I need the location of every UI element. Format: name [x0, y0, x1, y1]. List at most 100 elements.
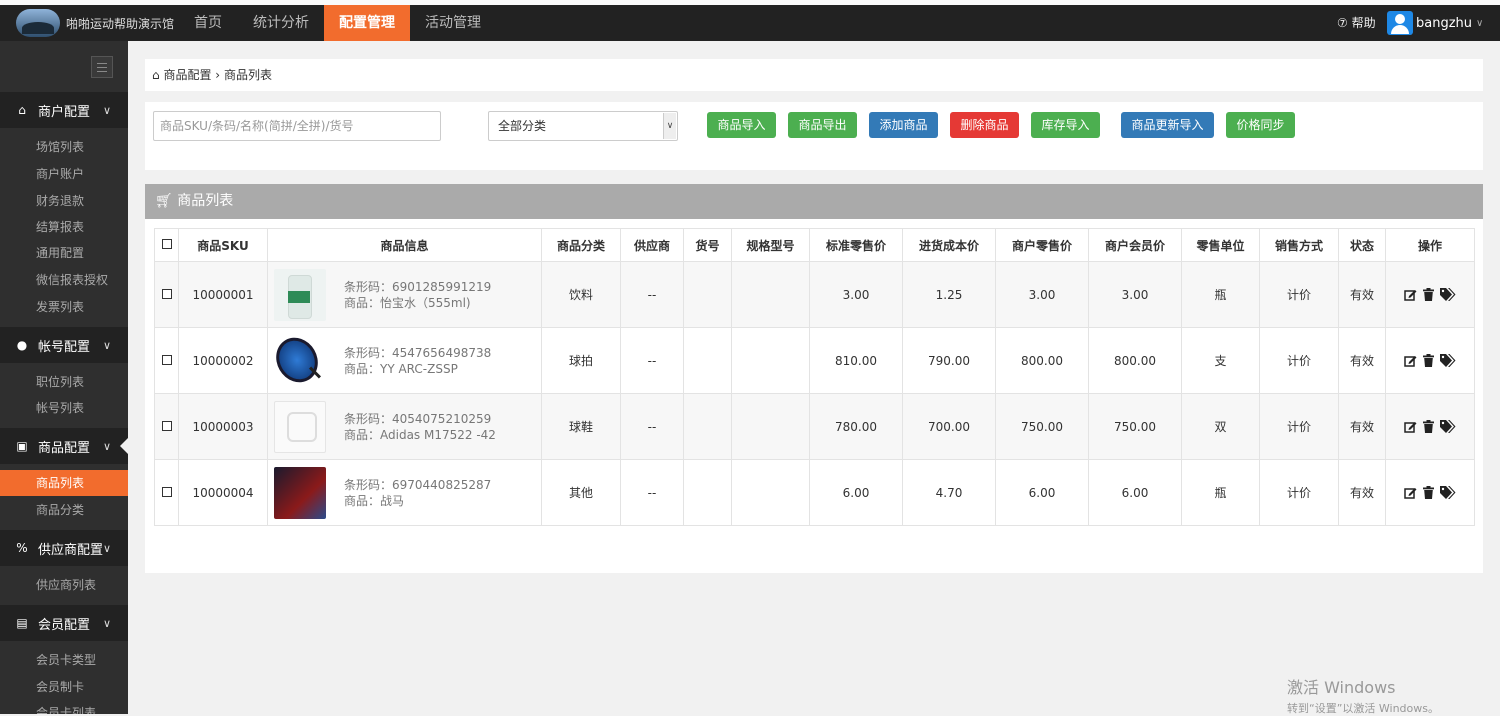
sidebar-group-merchant[interactable]: ⌂ 商户配置 ∨: [0, 92, 128, 128]
column-header: 商户会员价: [1088, 228, 1182, 262]
product-image-racket: [274, 334, 326, 387]
product-info-cell: 条形码：6970440825287 商品：战马: [267, 459, 542, 526]
add-product-button[interactable]: 添加商品: [869, 112, 938, 138]
category-cell: 其他: [541, 459, 621, 526]
category-select[interactable]: 全部分类 ∨: [488, 111, 678, 141]
barcode: 条形码：6901285991219: [344, 279, 492, 294]
sidebar-group-account[interactable]: ● 帐号配置 ∨: [0, 327, 128, 363]
user-menu[interactable]: bangzhu ∨: [1387, 9, 1483, 37]
breadcrumb-parent[interactable]: 商品配置: [163, 68, 211, 82]
user-icon: ●: [16, 338, 28, 352]
import-stock-button[interactable]: 库存导入: [1031, 112, 1100, 138]
trash-icon[interactable]: [1423, 486, 1434, 499]
sidebar-toggle-button[interactable]: [91, 56, 113, 78]
sidebar-group-supplier[interactable]: % 供应商配置 ∨: [0, 530, 128, 566]
edit-icon[interactable]: [1404, 420, 1417, 433]
gift-icon: ▣: [16, 439, 28, 453]
tags-icon[interactable]: [1440, 486, 1456, 499]
sidebar-item-general[interactable]: 通用配置: [0, 240, 128, 266]
chevron-down-icon: ∨: [663, 113, 676, 139]
product-image-shoes: [274, 400, 326, 453]
table-row: 10000003 条形码：4054075210259 商品：Adidas M1752…: [154, 393, 1475, 460]
row-checkbox[interactable]: [161, 354, 172, 365]
trash-icon[interactable]: [1423, 354, 1434, 367]
sidebar-item-card-list[interactable]: 会员卡列表: [0, 700, 128, 714]
row-checkbox[interactable]: [161, 486, 172, 497]
retail-price-cell: 6.00: [995, 459, 1089, 526]
help-link[interactable]: ⑦ 帮助: [1337, 5, 1376, 41]
sidebar-group-products[interactable]: ▣ 商品配置 ∨: [0, 428, 128, 464]
sidebar-group-member[interactable]: ▤ 会员配置 ∨: [0, 605, 128, 641]
sidebar-item-settlement[interactable]: 结算报表: [0, 214, 128, 240]
sidebar: ⌂ 商户配置 ∨ 场馆列表 商户账户 财务退款 结算报表 通用配置 微信报表授权…: [0, 41, 128, 714]
home-icon: ⌂: [18, 103, 26, 117]
supplier-cell: --: [620, 327, 684, 394]
sidebar-group-label: 帐号配置: [38, 339, 91, 355]
status-cell: 有效: [1338, 261, 1386, 328]
product-image-drink: [274, 466, 326, 519]
sidebar-item-accounts[interactable]: 帐号列表: [0, 395, 128, 421]
row-checkbox-cell[interactable]: [154, 459, 179, 526]
tags-icon[interactable]: [1440, 288, 1456, 301]
edit-icon[interactable]: [1404, 288, 1417, 301]
sidebar-item-wechat-auth[interactable]: 微信报表授权: [0, 267, 128, 293]
panel-title: 商品列表: [177, 193, 234, 209]
chevron-down-icon: ∨: [103, 616, 112, 630]
sidebar-item-venues[interactable]: 场馆列表: [0, 134, 128, 160]
sidebar-item-positions[interactable]: 职位列表: [0, 369, 128, 395]
item-no-cell: [683, 459, 732, 526]
status-cell: 有效: [1338, 327, 1386, 394]
row-checkbox-cell[interactable]: [154, 393, 179, 460]
supplier-cell: --: [620, 261, 684, 328]
item-no-cell: [683, 327, 732, 394]
user-name: bangzhu: [1416, 15, 1473, 31]
windows-activation-watermark: 激活 Windows 转到“设置”以激活 Windows。: [1287, 674, 1439, 716]
breadcrumb: ⌂ 商品配置 › 商品列表: [145, 59, 1483, 91]
sidebar-item-product-list[interactable]: 商品列表: [0, 470, 128, 496]
trash-icon[interactable]: [1423, 420, 1434, 433]
column-header: 商品信息: [267, 228, 542, 262]
nav-statistics[interactable]: 统计分析: [243, 5, 319, 41]
row-checkbox[interactable]: [161, 420, 172, 431]
search-input[interactable]: [153, 111, 441, 141]
select-all-checkbox[interactable]: [154, 228, 179, 262]
sku-cell: 10000002: [178, 327, 268, 394]
retail-price-cell: 3.00: [995, 261, 1089, 328]
cost-price-cell: 4.70: [902, 459, 996, 526]
nav-home[interactable]: 首页: [180, 5, 236, 41]
sidebar-item-product-category[interactable]: 商品分类: [0, 497, 128, 523]
tags-icon[interactable]: [1440, 420, 1456, 433]
sidebar-item-card-issue[interactable]: 会员制卡: [0, 674, 128, 700]
trash-icon[interactable]: [1423, 288, 1434, 301]
checkbox[interactable]: [161, 239, 172, 249]
update-import-button[interactable]: 商品更新导入: [1121, 112, 1214, 138]
sidebar-item-card-types[interactable]: 会员卡类型: [0, 647, 128, 673]
sidebar-item-merchant-account[interactable]: 商户账户: [0, 161, 128, 187]
std-price-cell: 6.00: [809, 459, 903, 526]
sidebar-item-refund[interactable]: 财务退款: [0, 188, 128, 214]
sku-cell: 10000003: [178, 393, 268, 460]
table-row: 10000001 条形码：6901285991219 商品：怡宝水（555ml) 饮料…: [154, 261, 1475, 328]
edit-icon[interactable]: [1404, 486, 1417, 499]
column-header: 商品SKU: [178, 228, 268, 262]
export-products-button[interactable]: 商品导出: [788, 112, 857, 138]
nav-activity[interactable]: 活动管理: [416, 5, 490, 41]
import-products-button[interactable]: 商品导入: [707, 112, 776, 138]
column-header: 商品分类: [541, 228, 621, 262]
row-checkbox[interactable]: [161, 288, 172, 299]
cost-price-cell: 700.00: [902, 393, 996, 460]
tags-icon[interactable]: [1440, 354, 1456, 367]
sidebar-item-suppliers[interactable]: 供应商列表: [0, 572, 128, 598]
sale-mode-cell: 计价: [1259, 459, 1339, 526]
product-info-cell: 条形码：4547656498738 商品：YY ARC-ZSSP: [267, 327, 542, 394]
brand[interactable]: 啪啪运动帮助演示馆: [16, 9, 174, 37]
row-checkbox-cell[interactable]: [154, 261, 179, 328]
delete-product-button[interactable]: 删除商品: [950, 112, 1019, 138]
sidebar-item-invoices[interactable]: 发票列表: [0, 294, 128, 320]
nav-config[interactable]: 配置管理: [324, 5, 410, 41]
edit-icon[interactable]: [1404, 354, 1417, 367]
actions-cell: [1385, 327, 1475, 394]
spec-cell: [731, 393, 810, 460]
row-checkbox-cell[interactable]: [154, 327, 179, 394]
price-sync-button[interactable]: 价格同步: [1226, 112, 1295, 138]
